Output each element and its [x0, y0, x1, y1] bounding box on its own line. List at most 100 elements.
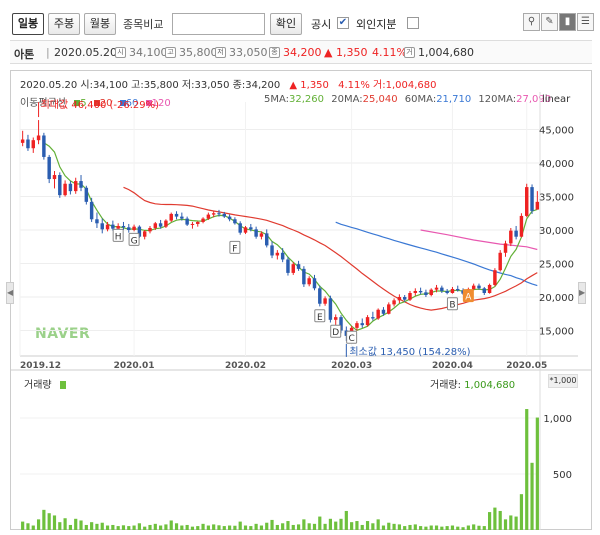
stock-chart-widget: 일봉 주봉 월봉 종목비교 확인 공시 ✔ 외인지분 ⚲ ✎ ▮ ☰ 아톤 | … [0, 0, 600, 535]
event-marker-label: C [348, 334, 354, 344]
candle-body [307, 278, 311, 285]
volume-bar [360, 524, 364, 530]
volume-bar [21, 521, 25, 530]
volume-bar [159, 525, 163, 530]
volume-bar [84, 524, 88, 530]
price-tick-label: 45,000 [539, 125, 574, 136]
price-tick-label: 20,000 [539, 293, 574, 304]
volume-bar [503, 519, 508, 530]
candle-body [434, 287, 439, 290]
volume-bar [74, 518, 78, 530]
volume-bar [201, 523, 205, 530]
volume-bar [307, 523, 311, 530]
candle-body [58, 175, 62, 196]
x-tick-label: 2020.02 [225, 361, 266, 371]
volume-bar [456, 526, 460, 530]
volume-bar [148, 524, 152, 530]
volume-bar [429, 525, 433, 530]
candle-body [259, 233, 264, 237]
volume-bar [68, 524, 72, 530]
candle-body [100, 223, 104, 230]
candle-body [333, 317, 338, 320]
candle-body [371, 317, 375, 319]
volume-bar [275, 524, 279, 530]
candle-body [318, 288, 322, 304]
volume-bar [509, 515, 513, 530]
volume-bar [36, 519, 41, 530]
volume-bar [180, 525, 184, 530]
volume-bar [434, 525, 439, 530]
volume-bar [222, 526, 226, 530]
candle-body [238, 223, 242, 233]
volume-bar [498, 510, 502, 530]
volume-bar [132, 525, 136, 530]
volume-bar [514, 516, 518, 530]
ma20-line [123, 186, 538, 311]
volume-bar [488, 512, 492, 530]
candle-body [116, 225, 120, 229]
volume-bar [482, 526, 486, 530]
event-marker-label: E [317, 313, 323, 323]
volume-bar [217, 525, 221, 530]
volume-bar [286, 521, 290, 530]
volume-bar [190, 526, 195, 530]
candle-body [42, 135, 46, 157]
candle-body [265, 233, 269, 246]
volume-bar [233, 525, 237, 530]
volume-bar [318, 516, 322, 530]
candle-body [196, 221, 200, 224]
volume-bar [196, 526, 200, 530]
volume-bar [403, 526, 407, 530]
price-tick-label: 30,000 [539, 226, 574, 237]
event-marker-label: H [115, 232, 122, 242]
candle-body [206, 214, 211, 219]
candle-body [456, 288, 460, 291]
candle-body [222, 213, 227, 217]
volume-bar [243, 525, 248, 530]
candle-body [233, 219, 237, 224]
volume-bar [440, 526, 444, 530]
candle-body [503, 243, 508, 253]
volume-bar [58, 522, 62, 530]
volume-bar [90, 522, 94, 530]
candle-body [52, 175, 57, 180]
candle-body [514, 230, 518, 237]
candle-body [519, 215, 524, 237]
candle-body [105, 224, 110, 230]
event-marker-label: G [131, 236, 138, 246]
candle-body [111, 224, 115, 229]
volume-bar [450, 525, 455, 530]
volume-bar [164, 524, 168, 530]
volume-bar [116, 526, 120, 530]
volume-bar [312, 523, 317, 530]
candle-body [36, 135, 41, 141]
event-marker-label: F [232, 244, 237, 254]
candle-body [413, 290, 418, 293]
volume-bar [26, 523, 30, 530]
candle-body [302, 268, 306, 285]
price-tick-label: 40,000 [539, 159, 574, 170]
volume-bar [461, 527, 465, 530]
volume-bar [323, 523, 327, 530]
candle-body [429, 289, 433, 296]
candle-body [84, 187, 89, 202]
candle-body [387, 304, 391, 314]
candle-body [498, 252, 502, 271]
candle-body [355, 323, 359, 328]
candle-body [180, 216, 184, 219]
volume-bar [206, 525, 210, 530]
volume-bar [371, 523, 375, 530]
x-tick-label: 2020.05 [506, 361, 547, 371]
volume-bar [254, 523, 258, 530]
volume-bar [143, 526, 147, 530]
volume-bar [169, 520, 173, 530]
candle-body [482, 288, 487, 293]
volume-bar [265, 522, 269, 530]
event-marker-label: B [449, 301, 455, 311]
candle-body [63, 183, 67, 196]
volume-bar [530, 462, 534, 530]
candle-body [148, 227, 152, 232]
volume-bar [212, 524, 216, 530]
candle-body [121, 225, 126, 228]
candle-body [254, 229, 258, 237]
